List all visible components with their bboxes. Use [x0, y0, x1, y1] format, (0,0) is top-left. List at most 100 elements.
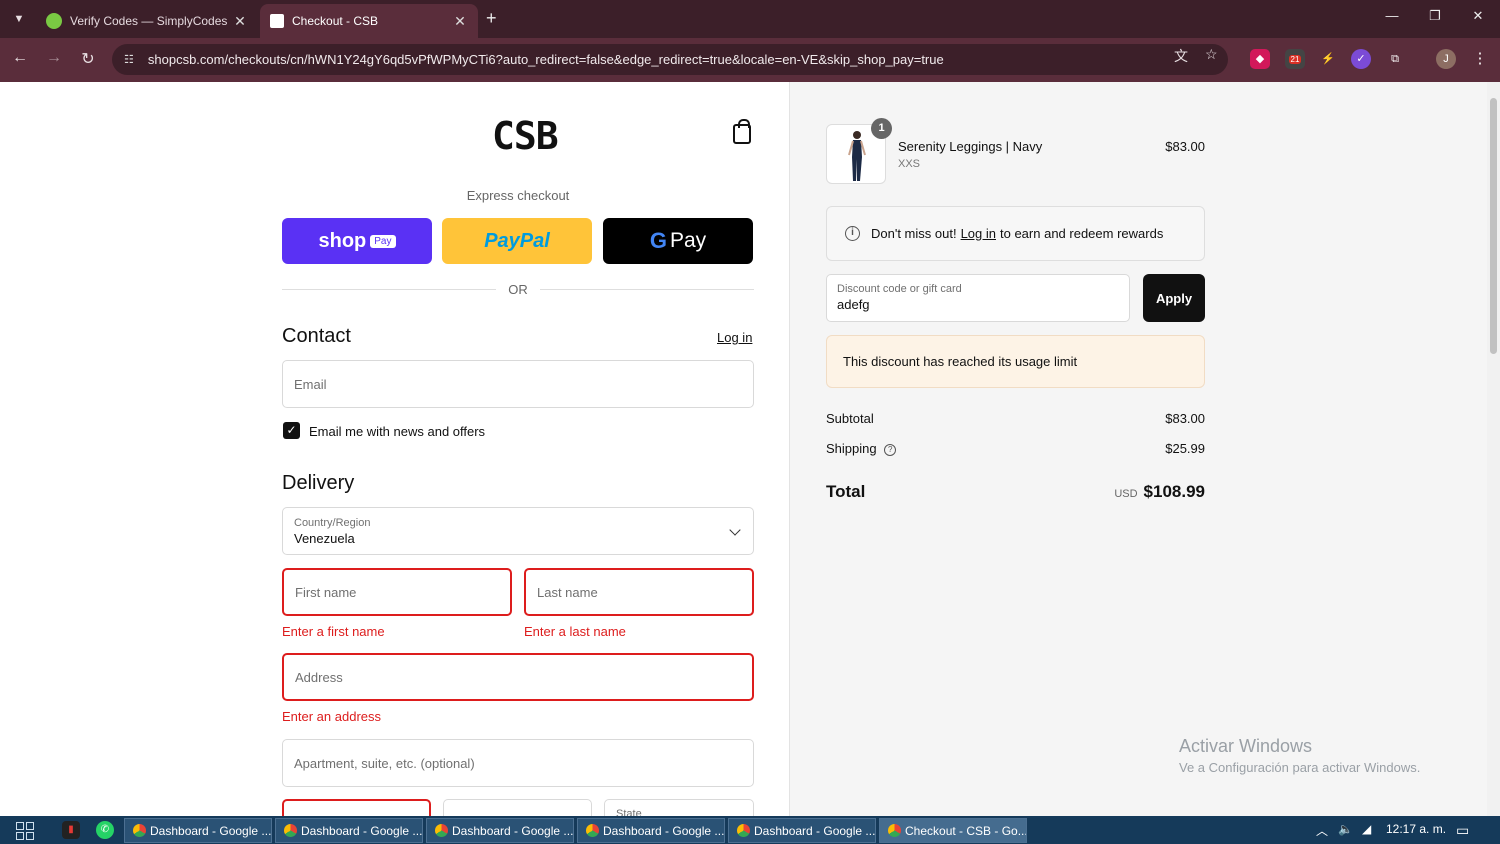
watermark-line2: Ve a Configuración para activar Windows. — [1179, 760, 1421, 775]
site-info-icon[interactable]: ☷ — [124, 53, 134, 66]
taskbar-app[interactable]: Dashboard - Google ... — [124, 818, 272, 843]
taskbar-app[interactable]: Dashboard - Google ... — [275, 818, 423, 843]
restore-button[interactable]: ❐ — [1415, 8, 1455, 24]
taskbar-app-label: Dashboard - Google ... — [150, 823, 272, 838]
discount-code-field[interactable]: Discount code or gift card adefg — [826, 274, 1130, 322]
last-name-field[interactable]: Last name — [524, 568, 754, 616]
first-name-error: Enter a first name — [282, 624, 385, 639]
delivery-heading: Delivery — [282, 472, 355, 494]
google-pay-button[interactable]: G Pay — [603, 218, 753, 264]
address-field[interactable]: Address — [282, 653, 754, 701]
tab-checkout[interactable]: Checkout - CSB ✕ — [260, 4, 478, 38]
page-scrollbar[interactable] — [1487, 82, 1500, 816]
browser-menu-icon[interactable]: ⋮ — [1470, 49, 1490, 69]
product-variant: XXS — [898, 158, 921, 170]
divider — [282, 289, 496, 290]
subtotal-label: Subtotal — [826, 411, 874, 426]
windows-activation-watermark: Activar Windows Ve a Configuración para … — [1179, 736, 1420, 775]
state-select[interactable]: State — [604, 799, 754, 816]
minimize-button[interactable]: — — [1372, 8, 1412, 23]
taskbar-app-label: Dashboard - Google ... — [301, 823, 423, 838]
close-tab-icon[interactable]: ✕ — [232, 13, 248, 30]
rewards-banner: i Don't miss out! Log in to earn and red… — [826, 206, 1205, 261]
tab-title: Verify Codes — SimplyCodes — [70, 14, 228, 28]
currency-code: USD — [1114, 488, 1138, 500]
shipping-row: Shipping ? $25.99 — [826, 441, 1205, 456]
whatsapp-icon[interactable]: ✆ — [96, 821, 114, 839]
apply-discount-button[interactable]: Apply — [1143, 274, 1205, 322]
apartment-field[interactable]: Apartment, suite, etc. (optional) — [282, 739, 754, 787]
windows-taskbar: ▮ ✆ Dashboard - Google ... Dashboard - G… — [0, 816, 1500, 844]
help-icon[interactable]: ? — [884, 443, 897, 456]
purple-extension-icon[interactable]: ✓ — [1351, 49, 1371, 69]
first-name-field[interactable]: First name — [282, 568, 512, 616]
simplycodes-icon — [46, 13, 62, 29]
network-icon[interactable]: ◢ — [1362, 822, 1371, 836]
chrome-icon — [133, 824, 146, 837]
cart-bag-icon[interactable] — [733, 119, 751, 144]
shop-pay-pill: Pay — [370, 234, 396, 248]
notifications-icon[interactable]: ▭ — [1456, 822, 1469, 839]
close-window-button[interactable]: ✕ — [1458, 8, 1498, 24]
product-price: $83.00 — [1165, 139, 1205, 154]
contact-heading: Contact — [282, 325, 351, 347]
profile-avatar[interactable]: J — [1436, 49, 1456, 69]
express-checkout-label: Express checkout — [466, 188, 570, 203]
chevron-down-icon — [729, 524, 741, 536]
tab-search-button[interactable]: ▼ — [6, 6, 32, 32]
ublock-extension-icon[interactable]: ◆ — [1250, 49, 1270, 69]
start-menu-icon[interactable] — [16, 822, 34, 840]
country-label: Country/Region — [294, 516, 371, 529]
back-button[interactable]: ← — [9, 49, 31, 67]
taskbar-app[interactable]: Dashboard - Google ... — [577, 818, 725, 843]
contact-login-link[interactable]: Log in — [717, 330, 752, 345]
shop-pay-button[interactable]: shop Pay — [282, 218, 432, 264]
reload-button[interactable]: ↻ — [77, 49, 99, 69]
discount-value: adefg — [837, 297, 870, 312]
clock[interactable]: 12:17 a. m. — [1386, 822, 1446, 836]
chrome-icon — [284, 824, 297, 837]
scrollbar-thumb[interactable] — [1490, 98, 1497, 354]
bookmark-star-icon[interactable]: ☆ — [1205, 46, 1218, 63]
paypal-wordmark-part1: Pay — [484, 229, 520, 252]
total-label: Total — [826, 482, 866, 501]
rewards-login-link[interactable]: Log in — [961, 226, 996, 241]
volume-icon[interactable]: 🔈 — [1338, 822, 1353, 836]
country-value: Venezuela — [294, 530, 355, 546]
chrome-icon — [888, 824, 901, 837]
chrome-icon — [586, 824, 599, 837]
taskbar-app-label: Dashboard - Google ... — [754, 823, 876, 838]
info-icon: i — [845, 226, 860, 241]
discount-label: Discount code or gift card — [837, 283, 962, 295]
address-bar[interactable]: ☷ shopcsb.com/checkouts/cn/hWN1Y24gY6qd5… — [112, 44, 1228, 75]
taskbar-app-label: Dashboard - Google ... — [603, 823, 725, 838]
taskbar-app[interactable]: Dashboard - Google ... — [426, 818, 574, 843]
rewards-text-before: Don't miss out! — [871, 226, 957, 241]
new-tab-button[interactable]: + — [486, 8, 497, 29]
taskbar-app[interactable]: Dashboard - Google ... — [728, 818, 876, 843]
extension-badge-icon[interactable]: 21 — [1285, 49, 1305, 69]
close-tab-icon[interactable]: ✕ — [452, 13, 468, 30]
csb-icon — [270, 14, 284, 28]
taskbar-app-label: Dashboard - Google ... — [452, 823, 574, 838]
tab-title: Checkout - CSB — [292, 14, 379, 28]
country-select[interactable]: Country/Region Venezuela — [282, 507, 754, 555]
rewards-text-after: to earn and redeem rewards — [1000, 226, 1164, 241]
translate-icon[interactable]: 文 — [1174, 46, 1188, 66]
extensions-puzzle-icon[interactable]: ⧉ — [1385, 49, 1405, 69]
forward-button[interactable]: → — [43, 49, 65, 67]
taskbar-app-label: Checkout - CSB - Go... — [905, 823, 1027, 838]
shipping-label: Shipping — [826, 441, 877, 456]
taskbar-app-active[interactable]: Checkout - CSB - Go... — [879, 818, 1027, 843]
lightning-extension-icon[interactable]: ⚡ — [1318, 49, 1338, 69]
state-spacer-field[interactable] — [443, 799, 592, 816]
store-logo[interactable]: CSB — [492, 114, 559, 158]
paypal-button[interactable]: Pay Pal — [442, 218, 592, 264]
email-field[interactable]: Email — [282, 360, 754, 408]
app-icon[interactable]: ▮ — [62, 821, 80, 839]
tray-chevron-icon[interactable]: ︿ — [1316, 822, 1328, 839]
shipping-value: $25.99 — [1165, 441, 1205, 456]
city-field[interactable] — [282, 799, 431, 816]
news-checkbox[interactable]: ✓ — [283, 422, 300, 439]
tab-simplycodes[interactable]: Verify Codes — SimplyCodes ✕ — [36, 4, 258, 38]
